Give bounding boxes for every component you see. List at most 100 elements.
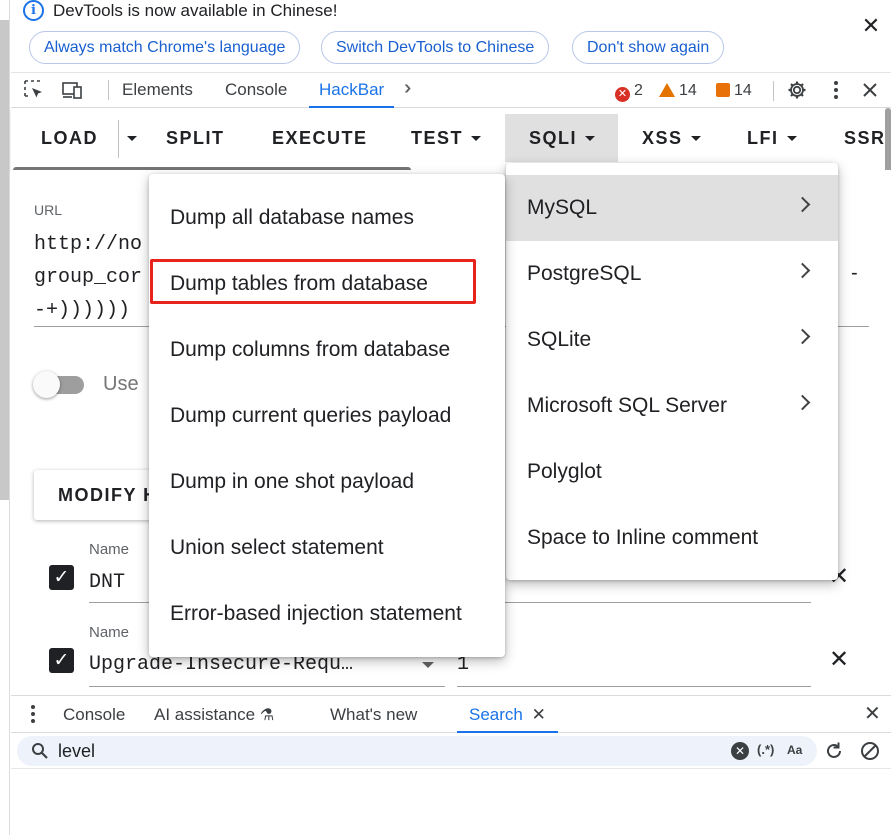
issue-count: 14: [734, 82, 752, 99]
tab-console[interactable]: Console: [225, 73, 287, 108]
chevron-right-icon: [794, 328, 811, 345]
tab-hackbar[interactable]: HackBar: [309, 73, 395, 108]
url-line: group_cor: [34, 266, 143, 289]
menu-item-dump-database-names[interactable]: Dump all database names: [149, 185, 505, 251]
close-drawer-icon[interactable]: ✕: [864, 696, 881, 733]
menu-item-error-based-injection[interactable]: Error-based injection statement: [149, 581, 505, 647]
ssrf-menu-button[interactable]: SSRF: [844, 114, 891, 162]
clear-search-icon[interactable]: ✕: [731, 742, 749, 760]
error-icon: ✕: [615, 87, 630, 102]
menu-item-label: PostgreSQL: [527, 262, 642, 285]
lfi-menu-button[interactable]: LFI: [747, 114, 797, 162]
infobar-message: DevTools is now available in Chinese!: [53, 1, 338, 20]
language-infobar: i DevTools is now available in Chinese! …: [11, 0, 891, 70]
menu-item-space-to-inline-comment[interactable]: Space to Inline comment: [506, 505, 838, 571]
header-name-input[interactable]: DNT: [89, 571, 125, 594]
search-input[interactable]: [58, 737, 658, 765]
split-button[interactable]: SPLIT: [166, 114, 225, 162]
xss-label: XSS: [642, 128, 683, 148]
drawer-menu-icon[interactable]: [31, 705, 35, 725]
drawer-tab-ai-assistance[interactable]: AI assistance ⚗: [154, 696, 274, 733]
xss-menu-button[interactable]: XSS: [642, 114, 701, 162]
customize-menu-icon[interactable]: [825, 79, 847, 101]
drawer-tabbar: Console AI assistance ⚗ What's new Searc…: [11, 695, 891, 733]
load-dropdown-button[interactable]: [119, 114, 141, 162]
header-underline: [457, 686, 811, 687]
menu-item-dump-current-queries[interactable]: Dump current queries payload: [149, 383, 505, 449]
menu-item-postgresql[interactable]: PostgreSQL: [506, 241, 838, 307]
tab-label: Search: [469, 705, 523, 724]
more-tabs-icon[interactable]: ››: [404, 77, 413, 100]
menu-item-label: Microsoft SQL Server: [527, 394, 727, 417]
highlight-box: [150, 259, 476, 304]
mysql-payload-menu: Dump all database names Dump tables from…: [149, 174, 505, 657]
infobar-close-icon[interactable]: ✕: [861, 14, 881, 38]
menu-item-dump-one-shot[interactable]: Dump in one shot payload: [149, 449, 505, 515]
drawer-tab-whats-new[interactable]: What's new: [330, 696, 417, 733]
warning-count-badge[interactable]: 14: [659, 82, 697, 100]
toggle-label: Use: [103, 373, 139, 395]
issue-icon: [716, 83, 730, 97]
test-label: TEST: [411, 128, 464, 148]
url-text-fragment: -: [851, 262, 858, 284]
chevron-right-icon: [794, 196, 811, 213]
drawer-tab-search[interactable]: Search ✕: [457, 696, 558, 733]
match-case-button[interactable]: Aa: [787, 743, 802, 757]
tab-label: AI assistance: [154, 705, 256, 724]
close-tab-icon[interactable]: ✕: [532, 705, 546, 724]
search-panel: ✕ (.*) Aa: [11, 733, 891, 769]
dont-show-again-button[interactable]: Don't show again: [572, 31, 725, 64]
menu-item-dump-columns[interactable]: Dump columns from database: [149, 317, 505, 383]
hackbar-toolbar: LOAD SPLIT EXECUTE TEST SQLI XSS LFI SSR…: [11, 108, 891, 173]
caret-down-icon: [585, 136, 596, 141]
error-count: 2: [634, 82, 643, 99]
load-button[interactable]: LOAD: [41, 114, 98, 162]
switch-to-chinese-button[interactable]: Switch DevTools to Chinese: [321, 31, 550, 64]
device-toolbar-icon[interactable]: [61, 79, 83, 101]
header-enabled-checkbox[interactable]: ✓: [49, 565, 74, 590]
menu-item-mysql[interactable]: MySQL: [506, 175, 838, 241]
match-language-button[interactable]: Always match Chrome's language: [29, 31, 301, 64]
window-edge-shade: [0, 20, 9, 500]
drawer-tab-console[interactable]: Console: [63, 696, 125, 733]
clear-results-icon[interactable]: [859, 740, 881, 762]
error-count-badge[interactable]: ✕ 2: [615, 82, 643, 102]
sqli-menu-button[interactable]: SQLI: [505, 114, 618, 162]
menu-item-label: MySQL: [527, 196, 598, 219]
close-devtools-icon[interactable]: [859, 79, 881, 101]
toolbar-separator: [773, 81, 774, 101]
url-label: URL: [34, 202, 63, 218]
menu-item-polyglot[interactable]: Polyglot: [506, 439, 838, 505]
warning-icon: [659, 83, 675, 97]
header-name-label: Name: [89, 624, 130, 641]
menu-item-mssql[interactable]: Microsoft SQL Server: [506, 373, 838, 439]
lfi-label: LFI: [747, 128, 779, 148]
caret-down-icon: [127, 136, 137, 141]
sqli-database-menu: MySQL PostgreSQL SQLite Microsoft SQL Se…: [506, 163, 838, 580]
chevron-right-icon: [794, 394, 811, 411]
tab-elements[interactable]: Elements: [122, 73, 193, 108]
caret-down-icon: [471, 136, 482, 141]
refresh-icon[interactable]: [823, 740, 845, 762]
test-menu-button[interactable]: TEST: [411, 114, 482, 162]
inspect-element-icon[interactable]: [23, 79, 45, 101]
remove-header-icon[interactable]: ✕: [829, 648, 849, 672]
toolbar-separator: [108, 80, 109, 100]
select-caret-icon[interactable]: [422, 662, 434, 668]
window-edge: [0, 0, 10, 835]
regex-toggle-button[interactable]: (.*): [757, 742, 774, 757]
toggle-switch[interactable]: [33, 371, 60, 398]
caret-down-icon: [690, 136, 701, 141]
url-textarea[interactable]: http://no group_cor -+)))))): [34, 228, 142, 327]
url-line: -+)))))): [34, 299, 131, 322]
menu-item-union-select[interactable]: Union select statement: [149, 515, 505, 581]
warning-count: 14: [679, 82, 697, 99]
menu-item-label: SQLite: [527, 328, 592, 351]
header-enabled-checkbox[interactable]: ✓: [49, 648, 74, 673]
search-icon: [32, 743, 48, 759]
menu-item-sqlite[interactable]: SQLite: [506, 307, 838, 373]
execute-button[interactable]: EXECUTE: [272, 114, 368, 162]
issue-count-badge[interactable]: 14: [716, 82, 752, 100]
devtools-tabbar: Elements Console HackBar ›› ✕ 2 14 14: [11, 72, 891, 108]
settings-gear-icon[interactable]: [786, 79, 808, 101]
